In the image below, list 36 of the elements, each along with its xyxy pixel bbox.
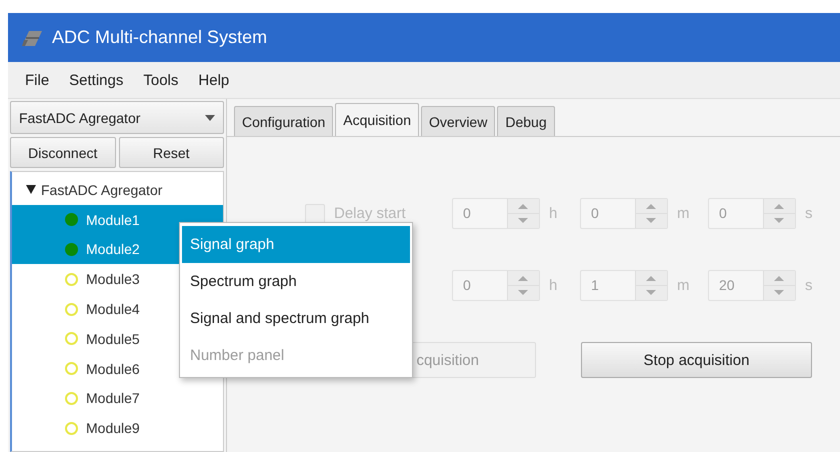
unit-label: m <box>677 277 690 294</box>
tab[interactable]: Configuration <box>234 106 334 136</box>
disconnect-button[interactable]: Disconnect <box>10 137 116 168</box>
checkbox-label: Delay start <box>334 205 406 222</box>
menu-item[interactable]: File <box>16 68 58 92</box>
module-name: Module6 <box>86 360 140 377</box>
module-row[interactable]: Module9 <box>12 413 223 444</box>
module-name: Module7 <box>86 390 140 406</box>
app-logo-icon <box>20 28 44 46</box>
menu-item[interactable]: Tools <box>134 68 188 92</box>
module-name: Module9 <box>86 420 140 436</box>
tab[interactable]: Acquisition <box>335 103 419 136</box>
unit-label: h <box>549 277 558 294</box>
module-name: Module3 <box>86 271 140 288</box>
module-name: Module2 <box>86 241 140 258</box>
unit-label: m <box>677 205 690 222</box>
module-name: Module5 <box>86 330 140 347</box>
unit-label: s <box>805 277 812 294</box>
unit-label: s <box>805 205 812 222</box>
unit-label: h <box>549 205 558 222</box>
expanded-triangle-icon[interactable] <box>26 185 36 194</box>
reset-button[interactable]: Reset <box>118 137 224 168</box>
menu-item[interactable]: Help <box>189 68 238 92</box>
context-menu-item[interactable]: Signal and spectrum graph <box>182 300 410 337</box>
tree-item[interactable]: FastADC Agregator <box>41 182 162 198</box>
stop-button[interactable]: Stop acquisition <box>581 342 812 378</box>
context-menu-item[interactable]: Spectrum graph <box>182 263 410 300</box>
device-dropdown[interactable]: FastADC Agregator <box>10 101 224 134</box>
window-title: ADC Multi-channel System <box>52 27 268 48</box>
tab[interactable]: Debug <box>497 106 555 136</box>
module-name: Module4 <box>86 301 140 318</box>
menu-item[interactable]: Settings <box>60 68 132 92</box>
module-row[interactable]: Module7 <box>12 384 223 414</box>
module-name: Module1 <box>86 212 140 228</box>
caret-icon <box>205 114 215 120</box>
tab[interactable]: Overview <box>420 106 496 136</box>
